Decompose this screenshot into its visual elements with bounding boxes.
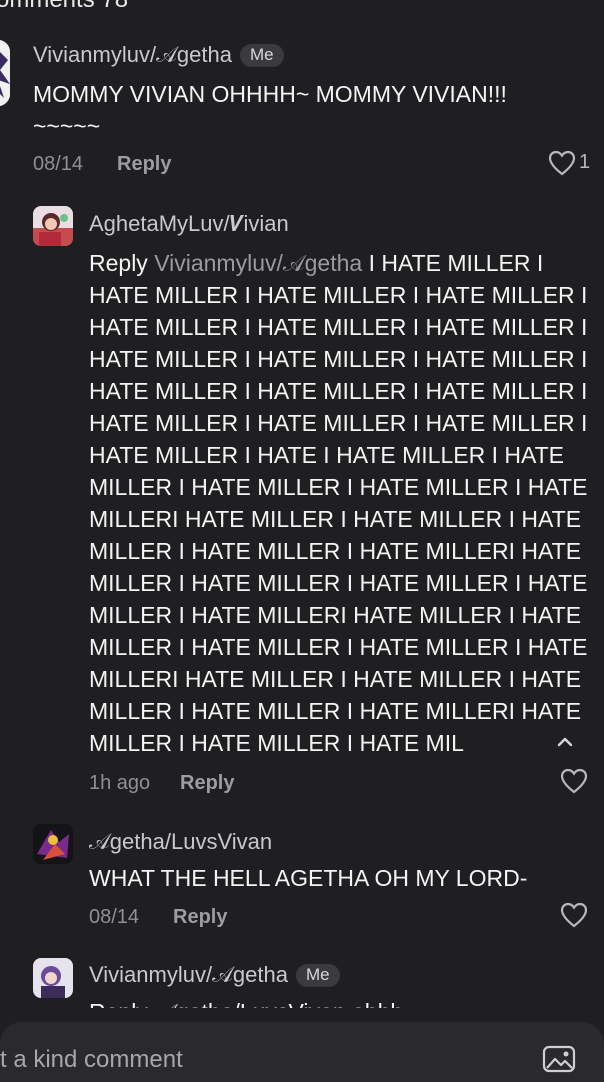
chevron-up-icon[interactable] (556, 736, 574, 748)
me-badge: Me (239, 44, 284, 67)
comment-date: 08/14 (89, 906, 140, 928)
comment-body: I HATE MILLER I HATE MILLER I HATE MILLE… (89, 250, 588, 756)
reply-button[interactable]: Reply (180, 772, 234, 795)
avatar[interactable] (0, 40, 10, 106)
reply-prefix: Reply (89, 250, 148, 276)
username-text: Vivianmyluv/𝒜getha (89, 962, 288, 987)
comment-input[interactable]: st a kind comment (0, 1046, 183, 1074)
avatar[interactable] (33, 824, 73, 864)
username-text: Vivianmyluv/𝒜getha (33, 42, 232, 67)
avatar[interactable] (33, 206, 73, 246)
reply-button[interactable]: Reply (117, 153, 171, 176)
heart-outline-icon[interactable] (548, 150, 576, 176)
heart-outline-icon[interactable] (560, 902, 588, 928)
comment-text: Reply Vivianmyluv/𝒜getha I HATE MILLER I… (89, 247, 589, 759)
heart-outline-icon[interactable] (560, 768, 588, 794)
comment-username[interactable]: Vivianmyluv/𝒜getha Me (33, 42, 284, 68)
image-icon[interactable] (542, 1045, 576, 1073)
like-count: 1 (579, 151, 591, 173)
me-badge: Me (295, 964, 340, 987)
comment-date: 08/14 (33, 153, 84, 175)
comment-text: MOMMY VIVIAN OHHHH~ MOMMY VIVIAN!!! ~~~~… (33, 81, 507, 139)
comment-text: WHAT THE HELL AGETHA OH MY LORD- (89, 865, 528, 891)
comment-date: 1h ago (89, 772, 151, 794)
avatar[interactable] (33, 958, 73, 998)
reply-button[interactable]: Reply (173, 906, 227, 929)
comment-username[interactable]: Vivianmyluv/𝒜getha Me (89, 962, 340, 988)
comment-username[interactable]: 𝒜getha/LuvsVivan (89, 829, 272, 855)
mention-link[interactable]: Vivianmyluv/𝒜getha (154, 250, 362, 276)
comments-header: omments 78 (0, 0, 128, 14)
comment-username[interactable]: AghetaMyLuv/𝑽ivian (89, 211, 289, 237)
comment-text: Reply 𝒜getha/LuvsVivan ahhh (89, 999, 404, 1022)
